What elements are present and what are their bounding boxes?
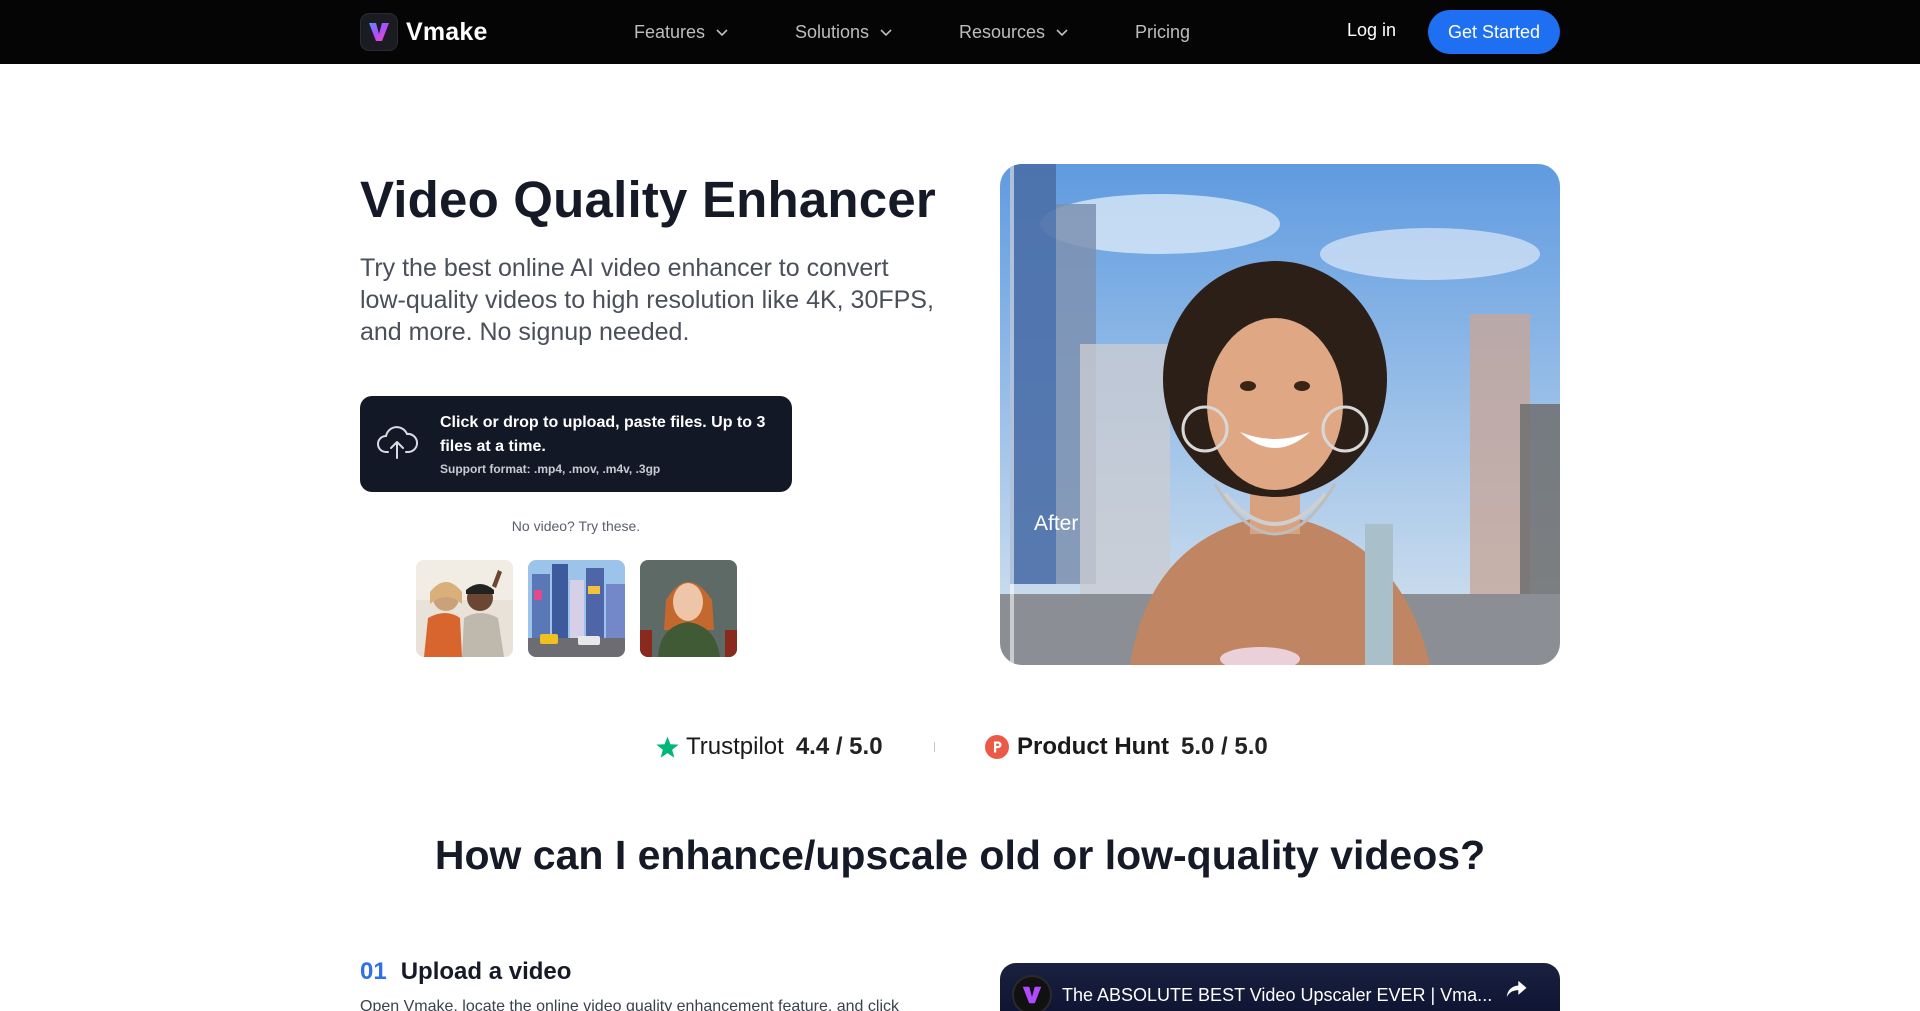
vmake-logo-icon	[360, 13, 398, 51]
tutorial-video-embed[interactable]: The ABSOLUTE BEST Video Upscaler EVER | …	[1000, 963, 1560, 1011]
sample-video-friends[interactable]	[416, 560, 513, 657]
trustpilot-name: Trustpilot	[686, 733, 784, 760]
before-after-preview[interactable]: After	[1000, 164, 1560, 665]
producthunt-score: 5.0 / 5.0	[1180, 733, 1268, 760]
compare-slider-handle[interactable]	[1010, 164, 1014, 665]
nav-features[interactable]: Features	[634, 20, 729, 44]
step-number: 01	[360, 958, 387, 985]
step-upload: 01 Upload a video	[360, 958, 571, 986]
after-label: After	[1034, 512, 1079, 535]
step-description: Open Vmake, locate the online video qual…	[360, 998, 899, 1011]
nav-pricing-label: Pricing	[1135, 21, 1191, 42]
try-samples-label: No video? Try these.	[511, 518, 641, 534]
brand-name: Vmake	[406, 17, 488, 46]
nav-pricing[interactable]: Pricing	[1135, 20, 1190, 44]
nav-resources-label: Resources	[959, 21, 1046, 42]
cloud-upload-icon	[377, 426, 418, 459]
hero-subtitle: Try the best online AI video enhancer to…	[360, 254, 934, 346]
step-title: Upload a video	[400, 958, 572, 985]
producthunt-rating[interactable]: Product Hunt 5.0 / 5.0	[985, 732, 1268, 762]
nav-features-label: Features	[634, 21, 706, 42]
channel-avatar[interactable]	[1012, 975, 1052, 1011]
upload-dropzone[interactable]: Click or drop to upload, paste files. Up…	[360, 396, 792, 492]
producthunt-name: Product Hunt	[1017, 733, 1169, 760]
video-title[interactable]: The ABSOLUTE BEST Video Upscaler EVER | …	[1062, 985, 1492, 1006]
sample-video-portrait[interactable]	[640, 560, 737, 657]
woman-portrait-thumbnail	[640, 560, 737, 657]
sample-video-city[interactable]	[528, 560, 625, 657]
get-started-button[interactable]: Get Started	[1428, 10, 1560, 54]
ratings-divider	[934, 742, 935, 752]
supported-formats: Support format: .mp4, .mov, .m4v, .3gp	[440, 462, 661, 476]
city-street-thumbnail	[528, 560, 625, 657]
how-to-heading: How can I enhance/upscale old or low-qua…	[434, 832, 1486, 878]
nav-solutions[interactable]: Solutions	[795, 20, 893, 44]
top-navbar: Vmake Features Solutions Resources Prici…	[0, 0, 1920, 64]
page-title: Video Quality Enhancer	[360, 171, 936, 228]
nav-solutions-label: Solutions	[795, 21, 870, 42]
chevron-down-icon	[716, 29, 728, 37]
upload-instructions: Click or drop to upload, paste files. Up…	[440, 414, 766, 455]
trustpilot-score: 4.4 / 5.0	[795, 733, 883, 760]
nav-resources[interactable]: Resources	[959, 20, 1069, 44]
chevron-down-icon	[880, 29, 892, 37]
enhanced-portrait-image	[1000, 164, 1560, 665]
brand-logo[interactable]: Vmake	[360, 13, 488, 51]
chevron-down-icon	[1056, 29, 1068, 37]
login-link[interactable]: Log in	[1347, 20, 1396, 41]
trustpilot-star-icon	[656, 736, 679, 758]
share-icon[interactable]	[1502, 975, 1530, 1003]
vmake-logo-icon	[1022, 986, 1042, 1004]
friends-selfie-thumbnail	[416, 560, 513, 657]
producthunt-logo-icon	[985, 735, 1009, 759]
trustpilot-rating[interactable]: Trustpilot 4.4 / 5.0	[655, 732, 883, 762]
